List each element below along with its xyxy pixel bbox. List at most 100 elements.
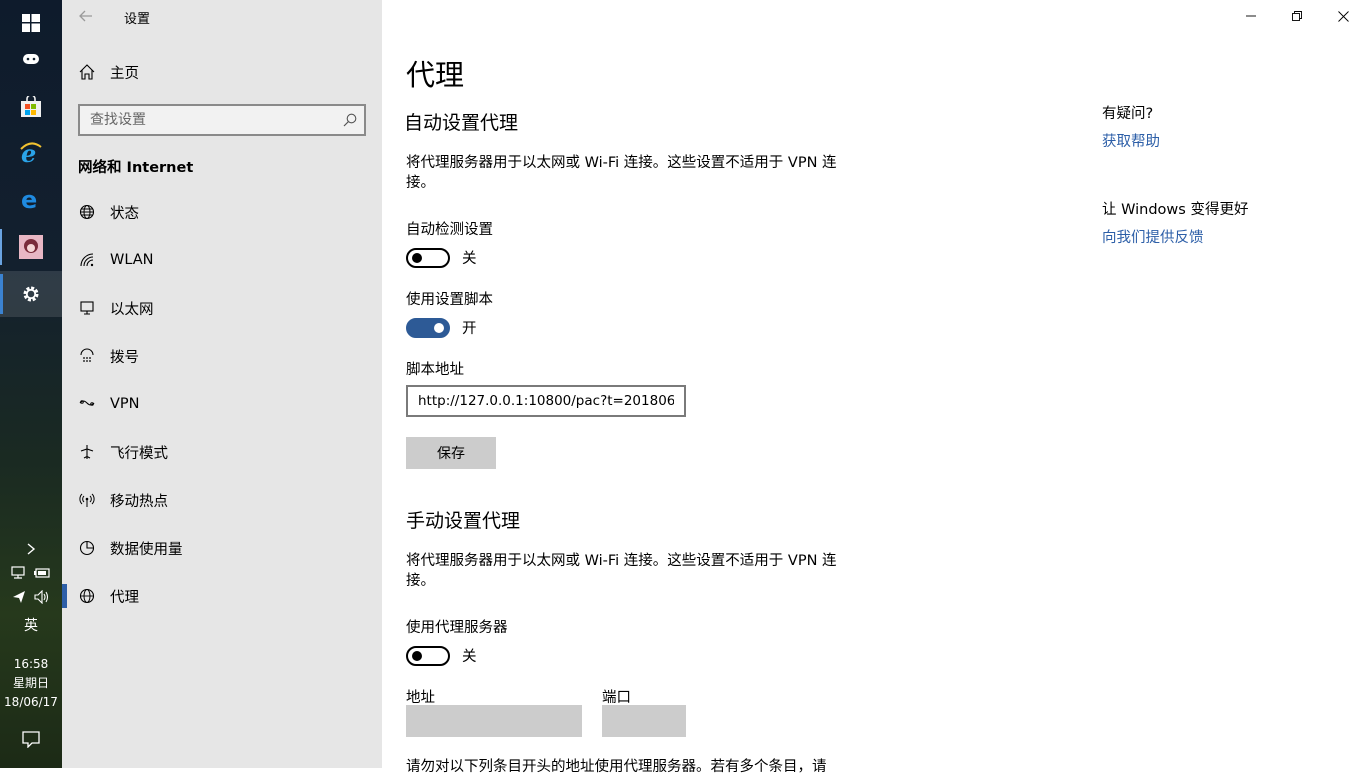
search-input[interactable] — [80, 106, 336, 134]
auto-detect-toggle[interactable] — [406, 247, 450, 268]
tray-row-2 — [0, 586, 62, 608]
toggle-knob — [434, 322, 444, 333]
script-address-input[interactable] — [406, 385, 686, 417]
use-proxy-toggle[interactable] — [406, 645, 450, 666]
use-script-label: 使用设置脚本 — [406, 292, 493, 308]
clock-date: 18/06/17 — [4, 695, 58, 709]
nav-item-airplane[interactable]: 飞行模式 — [62, 428, 382, 476]
taskbar: e e 英 16:58 星期日 18/06/17 — [0, 0, 62, 768]
nav-item-ethernet[interactable]: 以太网 — [62, 284, 382, 332]
use-proxy-toggle-row: 关 — [406, 645, 477, 666]
manual-proxy-heading: 手动设置代理 — [406, 510, 521, 532]
nav-section-title: 网络和 Internet — [78, 160, 194, 176]
use-script-toggle[interactable] — [406, 317, 450, 338]
app-title: 设置 — [124, 12, 151, 27]
nav-item-label: 状态 — [110, 205, 139, 222]
store-app-button[interactable] — [0, 84, 62, 130]
close-button[interactable] — [1320, 0, 1366, 32]
address-label: 地址 — [406, 690, 435, 706]
vpn-icon — [77, 394, 97, 414]
auto-detect-toggle-row: 关 — [406, 247, 477, 268]
restore-icon — [1292, 11, 1302, 21]
back-button[interactable] — [74, 4, 98, 28]
nav-item-label: 以太网 — [110, 301, 154, 318]
nav-item-status[interactable]: 状态 — [62, 188, 382, 236]
battery-icon[interactable] — [33, 567, 51, 579]
network-icon[interactable] — [11, 566, 27, 580]
nav-item-label: 拨号 — [110, 349, 139, 366]
edge-app-button[interactable]: e — [0, 177, 62, 223]
port-label: 端口 — [602, 690, 631, 706]
use-proxy-label: 使用代理服务器 — [406, 620, 508, 636]
auto-detect-state: 关 — [462, 251, 477, 267]
feedback-link[interactable]: 向我们提供反馈 — [1102, 226, 1204, 247]
nav-item-data-usage[interactable]: 数据使用量 — [62, 524, 382, 572]
close-icon — [1337, 10, 1349, 22]
globe-status-icon — [77, 202, 97, 222]
settings-app-button[interactable] — [0, 271, 62, 317]
data-usage-icon — [77, 538, 97, 558]
globe-icon — [77, 586, 97, 606]
search-box[interactable] — [78, 104, 366, 136]
settings-nav-pane: 设置 主页 网络和 Internet 状态 WLAN 以太网 — [62, 0, 382, 768]
airplane-icon — [77, 442, 97, 462]
svg-text:e: e — [21, 189, 37, 211]
notification-icon — [22, 731, 40, 748]
nav-item-vpn[interactable]: VPN — [62, 380, 382, 428]
chat-bubble-icon — [23, 54, 39, 64]
ime-indicator[interactable]: 英 — [0, 615, 62, 635]
window-controls — [1228, 0, 1366, 32]
nav-item-label: 移动热点 — [110, 493, 168, 510]
use-script-toggle-row: 开 — [406, 317, 477, 338]
minimize-button[interactable] — [1228, 0, 1274, 32]
restore-button[interactable] — [1274, 0, 1320, 32]
chevron-right-icon — [27, 543, 36, 555]
improve-windows-heading: 让 Windows 变得更好 — [1102, 202, 1249, 218]
cortana-button[interactable] — [0, 37, 62, 83]
nav-item-dialup[interactable]: 拨号 — [62, 332, 382, 380]
clock[interactable]: 16:58 星期日 18/06/17 — [0, 655, 62, 712]
ie-app-button[interactable]: e — [0, 130, 62, 176]
use-proxy-state: 关 — [462, 649, 477, 665]
use-script-state: 开 — [462, 321, 477, 337]
get-help-link[interactable]: 获取帮助 — [1102, 130, 1160, 151]
toggle-knob — [412, 252, 422, 263]
manual-proxy-description: 将代理服务器用于以太网或 Wi-Fi 连接。这些设置不适用于 VPN 连接。 — [406, 553, 837, 589]
bypass-description: 请勿对以下列条目开头的地址使用代理服务器。若有多个条目，请 — [406, 759, 827, 775]
script-address-label: 脚本地址 — [406, 362, 464, 378]
avatar-app-icon — [19, 235, 43, 259]
gear-icon — [23, 286, 39, 302]
title-bar: 设置 — [62, 0, 382, 32]
port-input[interactable] — [602, 705, 686, 737]
hotspot-icon — [77, 490, 97, 510]
help-question: 有疑问? — [1102, 106, 1154, 122]
nav-item-proxy[interactable]: 代理 — [62, 572, 382, 620]
clock-weekday: 星期日 — [12, 676, 49, 690]
save-button[interactable]: 保存 — [406, 437, 496, 469]
auto-proxy-heading: 自动设置代理 — [404, 112, 519, 134]
nav-home[interactable]: 主页 — [62, 48, 382, 96]
edge-icon: e — [21, 189, 37, 211]
ethernet-icon — [77, 298, 97, 318]
store-icon — [21, 96, 41, 117]
content-pane: 代理 自动设置代理 将代理服务器用于以太网或 Wi-Fi 连接。这些设置不适用于… — [382, 0, 1366, 775]
volume-icon[interactable] — [33, 590, 51, 604]
clock-time: 16:58 — [13, 657, 49, 671]
back-arrow-icon — [79, 10, 92, 22]
auto-proxy-description: 将代理服务器用于以太网或 Wi-Fi 连接。这些设置不适用于 VPN 连接。 — [406, 155, 837, 191]
nav-item-label: VPN — [110, 396, 140, 412]
send-icon[interactable] — [12, 590, 26, 604]
auto-detect-label: 自动检测设置 — [406, 222, 493, 238]
tray-row-1 — [0, 562, 62, 584]
address-input[interactable] — [406, 705, 582, 737]
nav-item-label: 飞行模式 — [110, 445, 168, 462]
minimize-icon — [1246, 15, 1256, 17]
page-title: 代理 — [406, 58, 465, 92]
action-center-button[interactable] — [0, 716, 62, 762]
search-icon[interactable] — [336, 113, 364, 127]
wifi-icon — [77, 250, 97, 270]
photo-app-button[interactable] — [0, 224, 62, 270]
nav-item-hotspot[interactable]: 移动热点 — [62, 476, 382, 524]
nav-item-wlan[interactable]: WLAN — [62, 236, 382, 284]
toggle-knob — [412, 650, 422, 661]
